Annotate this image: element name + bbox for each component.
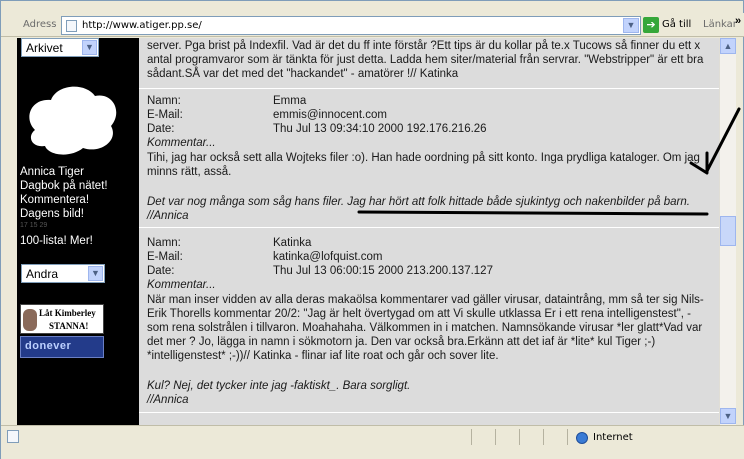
email-label: E-Mail: <box>147 251 183 263</box>
divider <box>567 429 568 445</box>
go-label: Gå till <box>662 19 692 30</box>
sidebar-link-annica[interactable]: Annica Tiger <box>20 166 84 178</box>
go-arrow-icon: ➔ <box>643 17 659 33</box>
sidebar-link-top-list[interactable]: 100-lista! Mer! <box>20 235 93 247</box>
other-select[interactable]: Andra ▼ <box>21 264 105 283</box>
kimberley-banner-line2: STANNA! <box>49 321 89 331</box>
divider <box>471 429 472 445</box>
entry-reply-signature: //Annica <box>147 210 189 222</box>
security-zone-label: Internet <box>593 432 633 443</box>
cloud-shape <box>29 86 117 155</box>
archive-select-value: Arkivet <box>26 41 63 55</box>
links-label[interactable]: Länkar <box>703 19 737 30</box>
address-field[interactable]: ▼ <box>61 16 641 35</box>
vertical-scrollbar[interactable]: ▲ ▼ <box>719 38 736 425</box>
kimberley-banner-line1: Låt Kimberley <box>39 308 96 318</box>
entry-name: Emma <box>273 95 307 107</box>
entry-email[interactable]: katinka@lofquist.com <box>273 251 382 263</box>
sidebar-link-kommentera[interactable]: Kommentera! <box>20 194 89 206</box>
other-select-value: Andra <box>26 267 59 281</box>
browser-window: Adress ▼ ➔ Gå till Länkar » Arkivet ▼ An… <box>0 0 744 459</box>
donever-banner[interactable]: donever <box>20 336 104 358</box>
divider <box>543 429 544 445</box>
sidebar-counter: 17 15 29 <box>20 222 48 229</box>
kimberley-banner[interactable]: Låt Kimberley STANNA! <box>20 304 104 334</box>
scroll-down-icon[interactable]: ▼ <box>720 408 736 424</box>
go-button[interactable]: ➔ Gå till <box>643 17 699 34</box>
date-label: Date: <box>147 123 175 135</box>
chevron-down-icon[interactable]: ▼ <box>623 18 639 33</box>
page-icon <box>7 430 19 443</box>
entry-date: Thu Jul 13 06:00:15 2000 213.200.137.127 <box>273 265 493 277</box>
cloud-logo <box>29 86 117 155</box>
address-label: Adress <box>23 19 57 30</box>
globe-icon <box>576 432 588 444</box>
chevron-down-icon[interactable]: ▼ <box>82 40 97 55</box>
sidebar-link-dagbok[interactable]: Dagbok på nätet! <box>20 180 108 192</box>
previous-entry-text: server. Pga brist på Indexfil. Vad är de… <box>147 40 704 80</box>
scroll-thumb[interactable] <box>720 216 736 246</box>
divider <box>139 227 719 228</box>
entry-name: Katinka <box>273 237 312 249</box>
url-input[interactable] <box>82 18 612 33</box>
page-icon <box>66 20 77 32</box>
date-label: Date: <box>147 265 175 277</box>
entry-reply-signature: //Annica <box>147 394 189 406</box>
divider <box>495 429 496 445</box>
entry-reply: Det var nog många som såg hans filer. Ja… <box>147 196 690 208</box>
name-label: Namn: <box>147 237 181 249</box>
entry-comment: Tihi, jag har också sett alla Wojteks fi… <box>147 152 700 178</box>
entry-comment: När man inser vidden av alla deras makaö… <box>147 294 704 362</box>
guestbook-content: server. Pga brist på Indexfil. Vad är de… <box>139 38 719 425</box>
chevron-down-icon[interactable]: ▼ <box>88 266 103 281</box>
divider <box>519 429 520 445</box>
donever-banner-text: donever <box>25 340 72 352</box>
scroll-up-icon[interactable]: ▲ <box>720 38 736 54</box>
divider <box>139 88 719 89</box>
email-label: E-Mail: <box>147 109 183 121</box>
comment-label: Kommentar... <box>147 137 216 149</box>
entry-email[interactable]: emmis@innocent.com <box>273 109 387 121</box>
entry-reply: Kul? Nej, det tycker inte jag -faktiskt_… <box>147 380 411 392</box>
archive-select[interactable]: Arkivet ▼ <box>21 38 99 57</box>
portrait-icon <box>23 309 37 331</box>
sidebar-link-dagens-bild[interactable]: Dagens bild! <box>20 208 84 220</box>
name-label: Namn: <box>147 95 181 107</box>
sidebar: Arkivet ▼ Annica Tiger Dagbok på nätet! … <box>17 38 139 425</box>
address-bar: Adress ▼ ➔ Gå till Länkar » <box>1 13 744 37</box>
divider <box>139 412 719 413</box>
links-chevron-icon[interactable]: » <box>735 15 741 27</box>
entry-date: Thu Jul 13 09:34:10 2000 192.176.216.26 <box>273 123 487 135</box>
comment-label: Kommentar... <box>147 279 216 291</box>
status-bar: Internet <box>1 425 744 459</box>
